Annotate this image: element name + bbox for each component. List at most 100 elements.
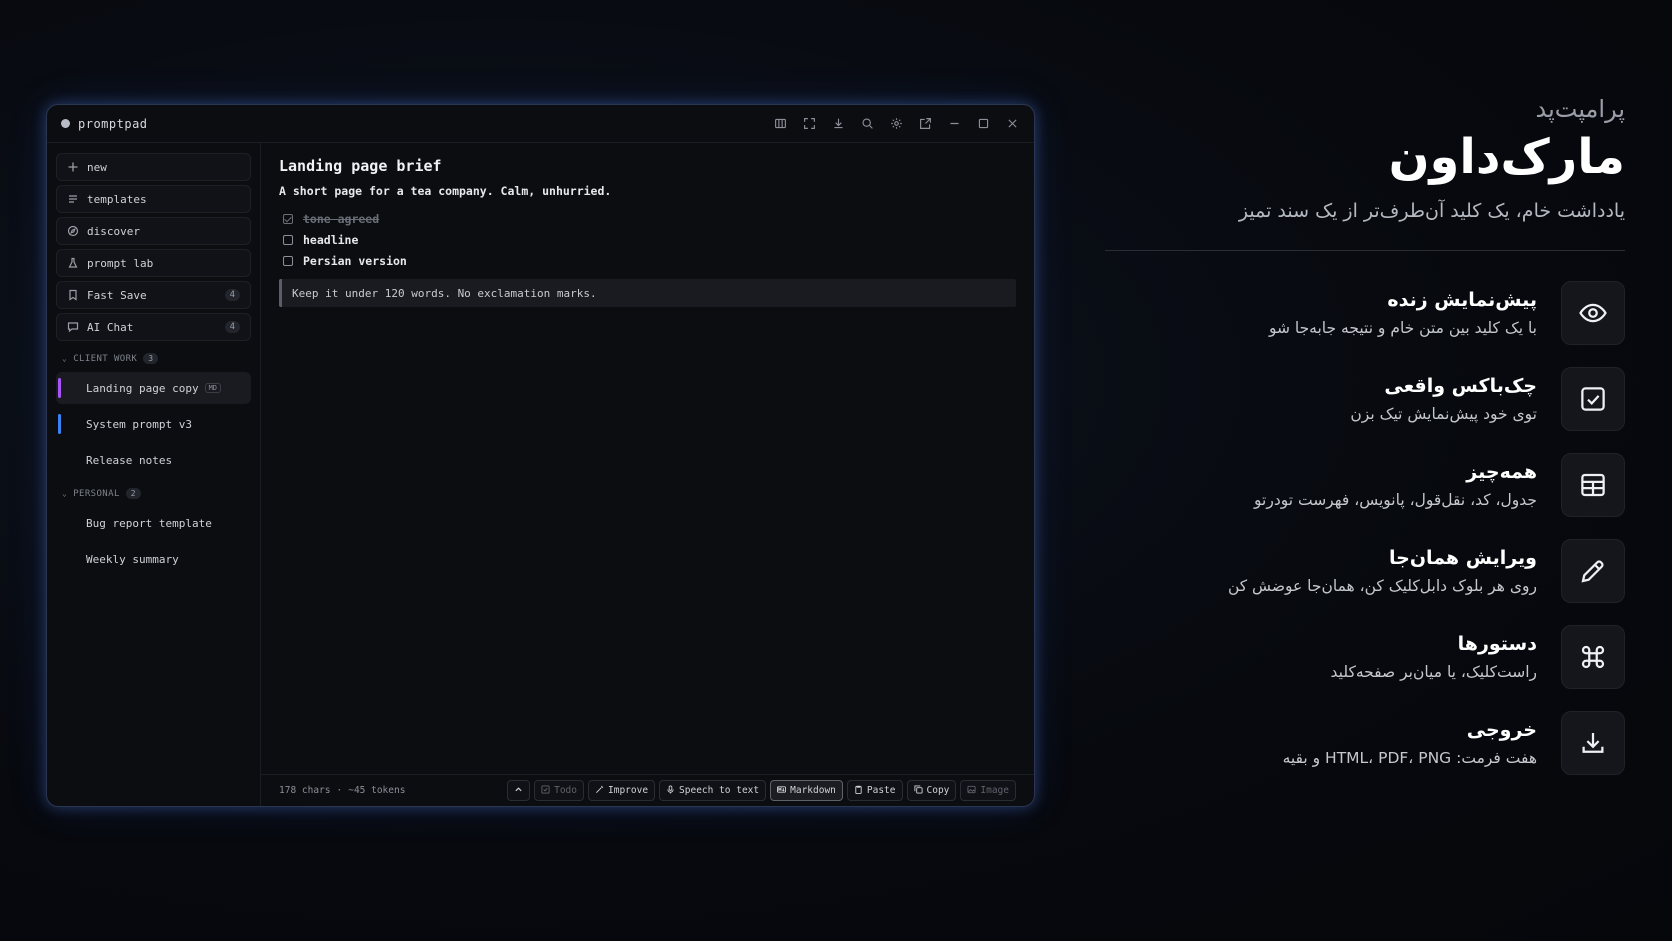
- token-count: ~45 tokens: [348, 785, 406, 796]
- sidebar-fast-save-button[interactable]: Fast Save 4: [56, 281, 251, 309]
- image-button[interactable]: Image: [960, 780, 1016, 801]
- doc-color-marker: [58, 414, 61, 434]
- feature-live-preview: پیش‌نمایش زنده با یک کلید بین متن خام و …: [1105, 280, 1625, 345]
- search-icon[interactable]: [859, 116, 875, 132]
- fullscreen-icon[interactable]: [801, 116, 817, 132]
- feature-desc: جدول، کد، نقل‌قول، پانویس، فهرست تودرتو: [1254, 490, 1537, 509]
- doc-color-marker: [58, 378, 61, 398]
- close-icon[interactable]: [1004, 116, 1020, 132]
- todo-item[interactable]: Persian version: [279, 250, 1016, 271]
- checkbox-checked[interactable]: [283, 213, 293, 224]
- doc-item-release-notes[interactable]: Release notes: [56, 444, 251, 476]
- feature-text: خروجی هفت فرمت: HTML، PDF، PNG و بقیه: [1283, 719, 1537, 767]
- flask-icon: [67, 257, 79, 269]
- feature-desc: توی خود پیش‌نمایش تیک بزن: [1350, 404, 1537, 423]
- editor-preview[interactable]: Landing page brief A short page for a te…: [261, 143, 1034, 774]
- speech-to-text-button[interactable]: Speech to text: [659, 780, 767, 801]
- todo-label: tone agreed: [303, 211, 380, 226]
- app-logo-icon: [61, 119, 70, 128]
- feature-desc: هفت فرمت: HTML، PDF، PNG و بقیه: [1282, 748, 1537, 767]
- checkbox[interactable]: [283, 234, 293, 245]
- doc-item-landing-page-copy[interactable]: Landing page copy MD: [56, 372, 251, 404]
- feature-export: خروجی هفت فرمت: HTML، PDF، PNG و بقیه: [1105, 710, 1625, 775]
- todo-label: Persian version: [303, 253, 407, 268]
- paste-button[interactable]: Paste: [846, 780, 903, 801]
- feature-title: خروجی: [1466, 718, 1537, 741]
- doc-item-weekly-summary[interactable]: Weekly summary: [56, 543, 251, 575]
- image-icon: [967, 785, 976, 797]
- copy-icon: [913, 784, 923, 797]
- action-label: Speech to text: [679, 785, 760, 796]
- minimize-icon[interactable]: [946, 116, 962, 132]
- improve-button[interactable]: Improve: [588, 780, 656, 801]
- collapse-button[interactable]: [507, 780, 531, 801]
- panel-title: مارک‌داون: [1388, 129, 1625, 185]
- compass-icon: [67, 225, 79, 237]
- doc-item-system-prompt[interactable]: System prompt v3: [56, 408, 251, 440]
- bookmark-icon: [67, 289, 79, 301]
- count-badge: 4: [224, 289, 240, 301]
- command-icon: [1561, 624, 1625, 689]
- doc-paragraph: A short page for a tea company. Calm, un…: [279, 184, 612, 198]
- doc-label: Release notes: [86, 453, 173, 467]
- feature-desc: روی هر بلوک دابل‌کلیک کن، همان‌جا عوضش ک…: [1227, 576, 1537, 595]
- checkbox-icon: [1561, 366, 1625, 431]
- group-count: 2: [125, 488, 141, 499]
- sidebar: new templates discover prompt lab Fast S…: [47, 143, 261, 806]
- sidebar-templates-button[interactable]: templates: [56, 185, 251, 213]
- copy-button[interactable]: Copy: [906, 780, 957, 801]
- todo-item[interactable]: tone agreed: [279, 208, 1016, 229]
- action-bar: Todo Improve Speech to text Markdown Pas…: [507, 780, 1016, 801]
- feature-title: ویرایش همان‌جا: [1389, 546, 1537, 569]
- settings-icon[interactable]: [888, 116, 904, 132]
- doc-label: Landing page copy: [86, 381, 199, 395]
- layout-icon[interactable]: [772, 116, 788, 132]
- popout-icon[interactable]: [917, 116, 933, 132]
- sidebar-ai-chat-button[interactable]: AI Chat 4: [56, 313, 251, 341]
- group-header-client-work[interactable]: ⌄ CLIENT WORK 3: [62, 353, 251, 364]
- list-icon: [67, 193, 79, 205]
- pencil-icon: [1561, 538, 1625, 603]
- feature-commands: دستورها راست‌کلیک، یا میان‌بر صفحه‌کلید: [1105, 624, 1625, 689]
- download-icon[interactable]: [830, 116, 846, 132]
- maximize-icon[interactable]: [975, 116, 991, 132]
- action-label: Improve: [608, 785, 649, 796]
- divider: [1105, 249, 1625, 251]
- sidebar-item-label: templates: [87, 192, 147, 206]
- feature-desc: با یک کلید بین متن خام و نتیجه جابه‌جا ش…: [1268, 318, 1537, 337]
- chat-icon: [67, 321, 79, 333]
- todo-button[interactable]: Todo: [534, 780, 584, 801]
- doc-item-bug-report[interactable]: Bug report template: [56, 507, 251, 539]
- window-toolbar: [772, 116, 1020, 132]
- feature-text: چک‌باکس واقعی توی خود پیش‌نمایش تیک بزن: [1350, 375, 1537, 423]
- feature-panel: پرامپت‌پد مارک‌داون یادداشت خام، یک کلید…: [1105, 95, 1625, 797]
- feature-text: پیش‌نمایش زنده با یک کلید بین متن خام و …: [1269, 289, 1537, 337]
- sidebar-item-label: new: [87, 160, 107, 174]
- chevron-down-icon: ⌄: [62, 489, 68, 498]
- sidebar-prompt-lab-button[interactable]: prompt lab: [56, 249, 251, 277]
- feature-desc: راست‌کلیک، یا میان‌بر صفحه‌کلید: [1330, 662, 1537, 681]
- action-label: Markdown: [790, 785, 836, 796]
- blockquote: Keep it under 120 words. No exclamation …: [279, 279, 1016, 307]
- doc-stats: 178 chars · ~45 tokens: [279, 785, 405, 796]
- sidebar-new-button[interactable]: new: [56, 153, 251, 181]
- action-label: Paste: [866, 785, 896, 796]
- action-label: Todo: [554, 785, 577, 796]
- group-label: PERSONAL: [73, 488, 120, 499]
- sidebar-discover-button[interactable]: discover: [56, 217, 251, 245]
- feature-inline-edit: ویرایش همان‌جا روی هر بلوک دابل‌کلیک کن،…: [1105, 538, 1625, 603]
- markdown-tag: MD: [204, 383, 222, 393]
- table-icon: [1561, 452, 1625, 517]
- panel-tagline: یادداشت خام، یک کلید آن‌طرف‌تر از یک سند…: [1238, 199, 1625, 222]
- group-header-personal[interactable]: ⌄ PERSONAL 2: [62, 488, 251, 499]
- title-bar: promptpad: [47, 105, 1034, 143]
- checkbox[interactable]: [283, 255, 293, 266]
- feature-text: همه‌چیز جدول، کد، نقل‌قول، پانویس، فهرست…: [1254, 461, 1537, 509]
- feature-checkbox: چک‌باکس واقعی توی خود پیش‌نمایش تیک بزن: [1105, 366, 1625, 431]
- markdown-toggle[interactable]: Markdown: [770, 780, 843, 801]
- app-window: promptpad new templates discover prompt …: [46, 104, 1035, 807]
- todo-item[interactable]: headline: [279, 229, 1016, 250]
- todo-label: headline: [303, 232, 359, 247]
- sidebar-item-label: AI Chat: [87, 320, 134, 334]
- wand-icon: [595, 785, 604, 797]
